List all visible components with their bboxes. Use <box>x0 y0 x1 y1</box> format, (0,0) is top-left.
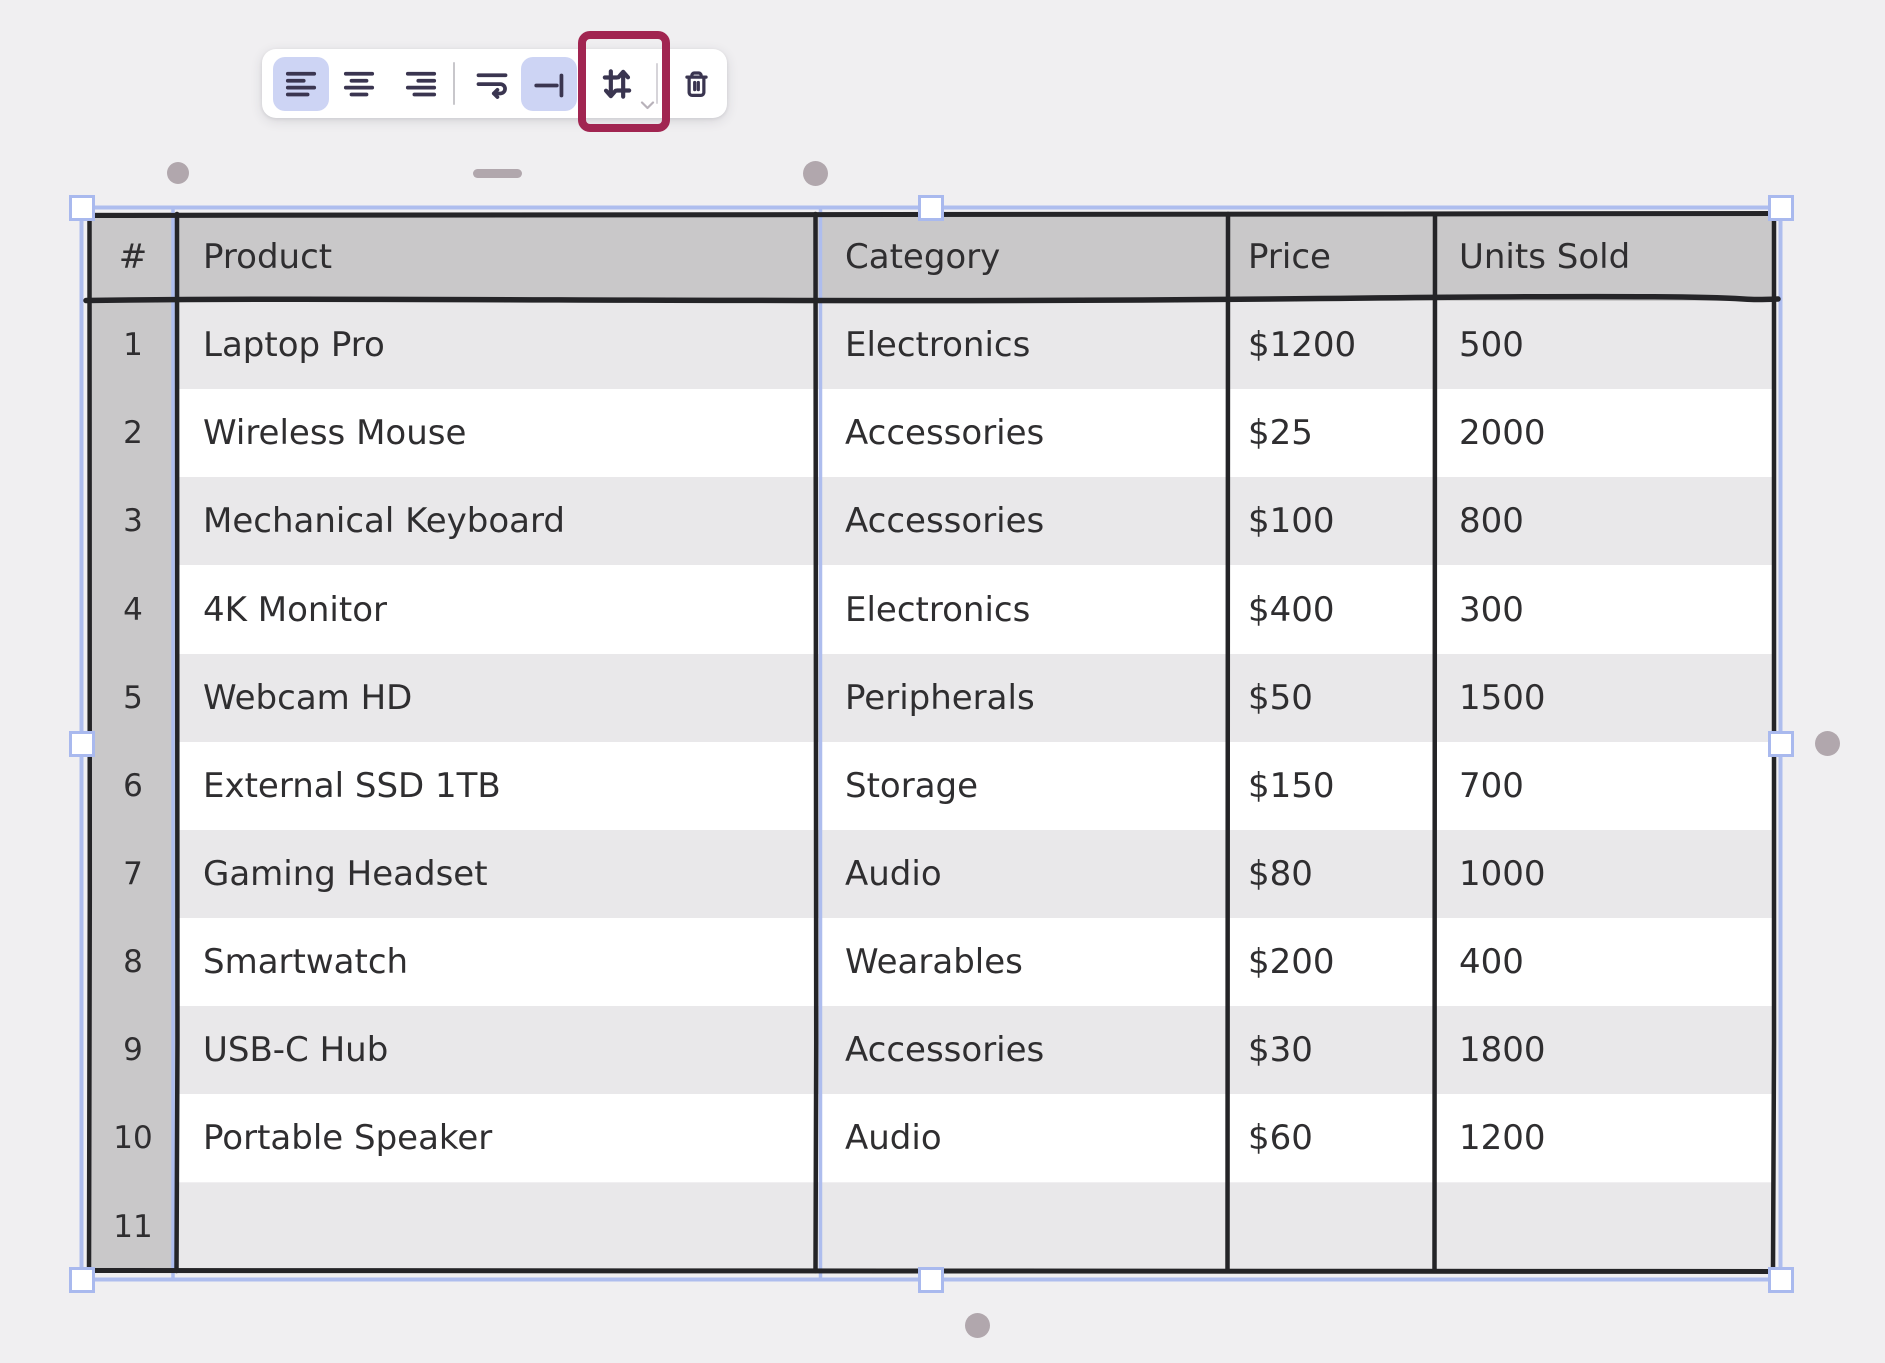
align-right-button[interactable] <box>393 57 449 111</box>
trash-icon <box>681 69 712 100</box>
table-cell[interactable]: Peripherals <box>845 654 1035 742</box>
align-center-icon <box>341 66 377 102</box>
table-cell[interactable]: Audio <box>845 1094 942 1182</box>
row-stripe-fill <box>177 1183 1774 1271</box>
add-column-dot[interactable] <box>1815 731 1840 756</box>
table-cell[interactable]: 7 <box>89 830 177 918</box>
table-cell[interactable]: 1200 <box>1459 1094 1546 1182</box>
distribute-vertical-icon <box>597 64 637 104</box>
table-cell[interactable]: Smartwatch <box>203 918 408 1006</box>
table-cell[interactable]: Wireless Mouse <box>203 389 466 477</box>
table-cell[interactable]: 1800 <box>1459 1006 1546 1094</box>
table-cell[interactable]: 1500 <box>1459 654 1546 742</box>
table-cell[interactable]: Accessories <box>845 477 1044 565</box>
table-cell[interactable]: Electronics <box>845 301 1030 389</box>
table-cell[interactable]: $100 <box>1248 477 1335 565</box>
table-cell[interactable]: 2 <box>89 389 177 477</box>
header-cell[interactable]: Price <box>1248 212 1331 301</box>
column-grab-dot[interactable] <box>803 161 828 186</box>
table-cell[interactable]: Accessories <box>845 389 1044 477</box>
table-cell[interactable]: $25 <box>1248 389 1313 477</box>
table-cell[interactable]: $400 <box>1248 565 1335 653</box>
selection-resize-handle[interactable] <box>1768 731 1794 757</box>
table-cell[interactable]: 4K Monitor <box>203 565 387 653</box>
table-cell[interactable]: Electronics <box>845 565 1030 653</box>
table-cell[interactable]: 1000 <box>1459 830 1546 918</box>
whiteboard-canvas[interactable]: # Product Category Price Units Sold 1 Laptop P… <box>0 0 1885 1363</box>
table-cell[interactable]: 800 <box>1459 477 1524 565</box>
selection-resize-handle[interactable] <box>918 195 944 221</box>
table-cell[interactable]: USB-C Hub <box>203 1006 388 1094</box>
table-toolbar <box>262 49 727 118</box>
table-cell[interactable]: Mechanical Keyboard <box>203 477 565 565</box>
table-cell[interactable]: 700 <box>1459 742 1524 830</box>
table-cell[interactable]: Wearables <box>845 918 1023 1006</box>
text-wrap-button[interactable] <box>464 57 520 111</box>
table-cell[interactable]: External SSD 1TB <box>203 742 501 830</box>
overflow-to-line-icon <box>531 66 567 102</box>
table-cell[interactable]: Laptop Pro <box>203 301 385 389</box>
table-cell[interactable]: 3 <box>89 477 177 565</box>
column-drag-pill[interactable] <box>473 169 522 178</box>
align-right-icon <box>403 66 439 102</box>
align-center-button[interactable] <box>331 57 387 111</box>
table-cell[interactable]: Gaming Headset <box>203 830 488 918</box>
table-cell[interactable]: Audio <box>845 830 942 918</box>
text-overflow-button[interactable] <box>521 57 577 111</box>
row-height-button[interactable] <box>589 57 645 111</box>
table-cell[interactable]: Portable Speaker <box>203 1094 492 1182</box>
table-cell[interactable]: 300 <box>1459 565 1524 653</box>
table-cell[interactable]: $80 <box>1248 830 1313 918</box>
header-cell[interactable]: Category <box>845 212 1000 301</box>
selection-resize-handle[interactable] <box>918 1267 944 1293</box>
table-cell[interactable]: 8 <box>89 918 177 1006</box>
selection-resize-handle[interactable] <box>69 1267 95 1293</box>
table-cell[interactable]: Storage <box>845 742 978 830</box>
align-left-button[interactable] <box>273 57 329 111</box>
chevron-down-icon[interactable] <box>640 95 655 114</box>
table-cell[interactable]: 5 <box>89 654 177 742</box>
table-cell[interactable]: $30 <box>1248 1006 1313 1094</box>
table-cell[interactable]: 2000 <box>1459 389 1546 477</box>
selection-resize-handle[interactable] <box>1768 195 1794 221</box>
align-left-icon <box>283 66 319 102</box>
selection-resize-handle[interactable] <box>1768 1267 1794 1293</box>
selection-resize-handle[interactable] <box>69 195 95 221</box>
table-cell[interactable]: $1200 <box>1248 301 1356 389</box>
table-cell[interactable]: $150 <box>1248 742 1335 830</box>
header-cell[interactable]: Units Sold <box>1459 212 1630 301</box>
delete-button[interactable] <box>668 57 724 111</box>
toolbar-divider <box>453 62 455 105</box>
header-cell[interactable]: # <box>89 212 177 301</box>
table-cell[interactable]: 10 <box>89 1094 177 1182</box>
toolbar-divider <box>656 63 658 104</box>
header-cell[interactable]: Product <box>203 212 332 301</box>
table-cell[interactable]: 4 <box>89 565 177 653</box>
table-cell[interactable]: 9 <box>89 1006 177 1094</box>
table-cell[interactable]: 500 <box>1459 301 1524 389</box>
table-cell[interactable]: $50 <box>1248 654 1313 742</box>
table-cell[interactable]: $60 <box>1248 1094 1313 1182</box>
selection-resize-handle[interactable] <box>69 731 95 757</box>
wrap-text-icon <box>474 66 510 102</box>
table-cell[interactable]: 1 <box>89 301 177 389</box>
table-cell[interactable]: Webcam HD <box>203 654 412 742</box>
table-cell[interactable]: $200 <box>1248 918 1335 1006</box>
table-cell[interactable]: 11 <box>89 1183 177 1271</box>
column-grab-dot[interactable] <box>167 162 189 184</box>
add-row-dot[interactable] <box>965 1313 990 1338</box>
table-cell[interactable]: Accessories <box>845 1006 1044 1094</box>
table-cell[interactable]: 6 <box>89 742 177 830</box>
table-cell[interactable]: 400 <box>1459 918 1524 1006</box>
